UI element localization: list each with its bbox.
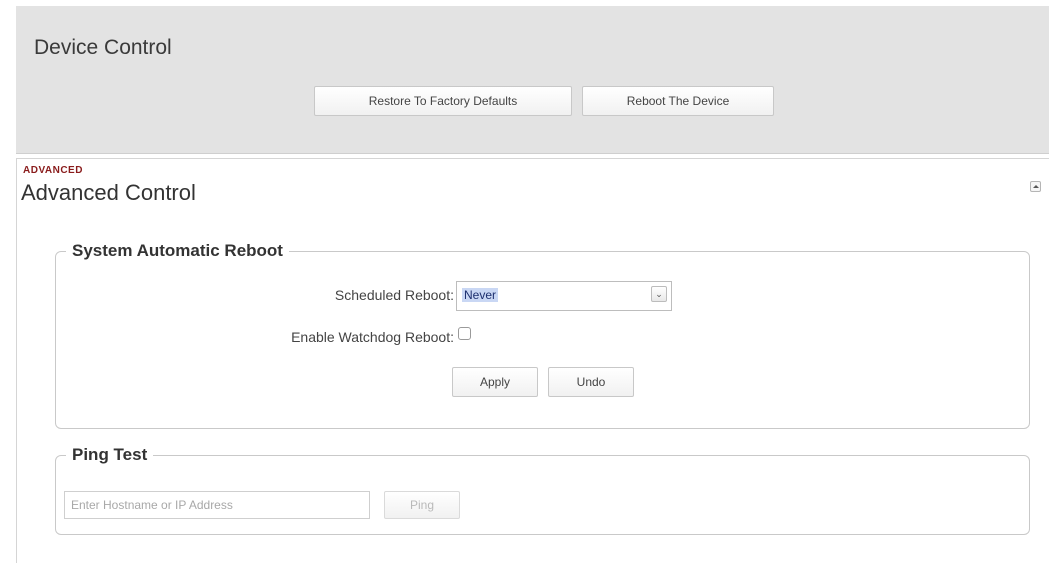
scheduled-reboot-select[interactable]: Never ⌄ (456, 281, 672, 311)
chevron-down-icon[interactable]: ⌄ (651, 286, 667, 302)
hostname-input[interactable] (64, 491, 370, 519)
system-automatic-reboot-legend: System Automatic Reboot (72, 241, 283, 260)
ping-test-group: Ping Test Ping (55, 445, 1030, 535)
undo-button[interactable]: Undo (548, 367, 634, 397)
advanced-control-panel: ADVANCED Advanced Control System Automat… (16, 158, 1049, 563)
reboot-device-button[interactable]: Reboot The Device (582, 86, 774, 116)
apply-button[interactable]: Apply (452, 367, 538, 397)
device-control-panel: Device Control Restore To Factory Defaul… (16, 6, 1049, 154)
ping-button[interactable]: Ping (384, 491, 460, 519)
scheduled-reboot-label: Scheduled Reboot: (334, 287, 454, 303)
ping-test-legend: Ping Test (72, 445, 148, 464)
scheduled-reboot-value: Never (462, 288, 499, 302)
advanced-tag: ADVANCED (23, 165, 83, 176)
advanced-control-title: Advanced Control (21, 180, 196, 205)
enable-watchdog-reboot-label: Enable Watchdog Reboot: (291, 329, 454, 345)
system-automatic-reboot-group: System Automatic Reboot Scheduled Reboot… (55, 241, 1030, 429)
restore-factory-defaults-button[interactable]: Restore To Factory Defaults (314, 86, 572, 116)
enable-watchdog-reboot-checkbox[interactable] (458, 327, 471, 340)
device-control-title: Device Control (34, 36, 172, 59)
collapse-up-icon[interactable] (1030, 181, 1041, 192)
